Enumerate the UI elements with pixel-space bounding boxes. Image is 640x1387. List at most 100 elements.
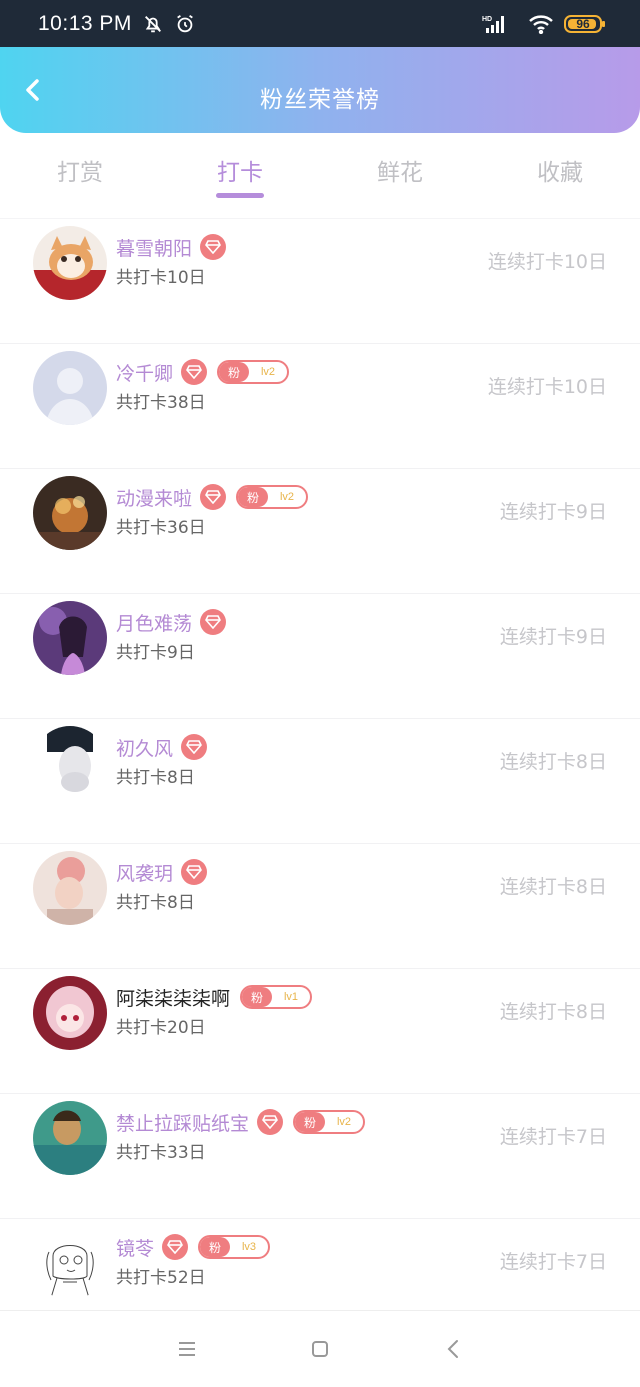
avatar[interactable] bbox=[33, 726, 107, 800]
home-button[interactable] bbox=[300, 1329, 340, 1369]
list-item[interactable]: 禁止拉踩贴纸宝 粉 lv2 共打卡33日 连续打卡7日 bbox=[0, 1093, 640, 1218]
name-line: 冷千卿 粉 lv2 bbox=[116, 358, 290, 386]
total-checkins: 共打卡52日 bbox=[116, 1268, 206, 1288]
header-bar: 粉丝荣誉榜 bbox=[0, 47, 640, 133]
diamond-badge-icon bbox=[181, 359, 208, 385]
name-line: 镜苓 粉 lv3 bbox=[116, 1233, 271, 1261]
tab-bar: 打赏 打卡 鲜花 收藏 bbox=[0, 133, 640, 213]
avatar[interactable] bbox=[33, 851, 107, 925]
fan-label: 粉 bbox=[219, 362, 250, 382]
fan-level: lv1 bbox=[283, 991, 299, 1003]
page-title: 粉丝荣誉榜 bbox=[260, 87, 380, 113]
menu-icon bbox=[178, 1342, 195, 1356]
alarm-icon bbox=[174, 13, 196, 35]
user-name[interactable]: 动漫来啦 bbox=[116, 484, 192, 511]
fan-honor-page: 10:13 PM HD 96 粉丝荣誉榜 打赏 打卡 鲜花 收藏 暮雪朝阳 共打… bbox=[0, 0, 640, 1387]
battery-indicator: 96 bbox=[564, 14, 605, 33]
name-line: 风袭玥 bbox=[116, 858, 208, 886]
list-item[interactable]: 初久风 共打卡8日 连续打卡8日 bbox=[0, 718, 640, 843]
fan-level-badge: 粉 lv2 bbox=[293, 1110, 366, 1134]
avatar[interactable] bbox=[33, 1226, 107, 1300]
name-line: 动漫来啦 粉 lv2 bbox=[116, 483, 309, 511]
back-chevron-icon bbox=[447, 1340, 459, 1358]
user-name[interactable]: 阿柒柒柒柒啊 bbox=[116, 984, 230, 1011]
name-line: 禁止拉踩贴纸宝 粉 lv2 bbox=[116, 1108, 366, 1136]
diamond-badge-icon bbox=[257, 1109, 284, 1135]
fan-level: lv2 bbox=[260, 366, 276, 378]
list-item[interactable]: 月色难荡 共打卡9日 连续打卡9日 bbox=[0, 593, 640, 718]
total-checkins: 共打卡33日 bbox=[116, 1143, 206, 1163]
name-line: 初久风 bbox=[116, 733, 208, 761]
user-name[interactable]: 暮雪朝阳 bbox=[116, 234, 192, 261]
diamond-badge-icon bbox=[200, 484, 227, 510]
total-checkins: 共打卡10日 bbox=[116, 268, 206, 288]
user-name[interactable]: 月色难荡 bbox=[116, 609, 192, 636]
list-item[interactable]: 动漫来啦 粉 lv2 共打卡36日 连续打卡9日 bbox=[0, 468, 640, 593]
fan-level-badge: 粉 lv2 bbox=[217, 360, 290, 384]
tab-flowers[interactable]: 鲜花 bbox=[320, 133, 480, 213]
fan-label: 粉 bbox=[242, 987, 273, 1007]
total-checkins: 共打卡38日 bbox=[116, 393, 206, 413]
fan-level: lv2 bbox=[279, 491, 295, 503]
bell-off-icon bbox=[142, 13, 164, 35]
streak-checkins: 连续打卡8日 bbox=[499, 751, 607, 773]
name-line: 月色难荡 bbox=[116, 608, 227, 636]
list-item[interactable]: 冷千卿 粉 lv2 共打卡38日 连续打卡10日 bbox=[0, 343, 640, 468]
streak-checkins: 连续打卡7日 bbox=[499, 1126, 607, 1148]
fan-level-badge: 粉 lv2 bbox=[236, 485, 309, 509]
recent-apps-button[interactable] bbox=[167, 1329, 207, 1369]
status-bar: 10:13 PM HD 96 bbox=[0, 0, 640, 47]
streak-checkins: 连续打卡9日 bbox=[499, 501, 607, 523]
total-checkins: 共打卡9日 bbox=[116, 643, 195, 663]
avatar[interactable] bbox=[33, 601, 107, 675]
user-name[interactable]: 初久风 bbox=[116, 734, 173, 761]
diamond-badge-icon bbox=[200, 609, 227, 635]
user-name[interactable]: 风袭玥 bbox=[116, 859, 173, 886]
status-time: 10:13 PM bbox=[38, 11, 132, 35]
svg-text:HD: HD bbox=[482, 16, 492, 23]
fan-level-badge: 粉 lv1 bbox=[240, 985, 313, 1009]
fan-level-badge: 粉 lv3 bbox=[198, 1235, 271, 1259]
fan-label: 粉 bbox=[238, 487, 269, 507]
streak-checkins: 连续打卡10日 bbox=[487, 376, 607, 398]
avatar[interactable] bbox=[33, 976, 107, 1050]
user-name[interactable]: 镜苓 bbox=[116, 1234, 154, 1261]
total-checkins: 共打卡8日 bbox=[116, 768, 195, 788]
fan-label: 粉 bbox=[295, 1112, 326, 1132]
diamond-badge-icon bbox=[200, 234, 227, 260]
total-checkins: 共打卡8日 bbox=[116, 893, 195, 913]
name-line: 暮雪朝阳 bbox=[116, 233, 227, 261]
total-checkins: 共打卡20日 bbox=[116, 1018, 206, 1038]
tab-checkin[interactable]: 打卡 bbox=[160, 133, 320, 213]
diamond-badge-icon bbox=[162, 1234, 189, 1260]
tab-favorites[interactable]: 收藏 bbox=[480, 133, 640, 213]
list-item[interactable]: 阿柒柒柒柒啊 粉 lv1 共打卡20日 连续打卡8日 bbox=[0, 968, 640, 1093]
diamond-badge-icon bbox=[181, 859, 208, 885]
name-line: 阿柒柒柒柒啊 粉 lv1 bbox=[116, 983, 313, 1011]
fan-level: lv2 bbox=[336, 1116, 352, 1128]
tab-reward[interactable]: 打赏 bbox=[0, 133, 160, 213]
checkin-ranking-list: 暮雪朝阳 共打卡10日 连续打卡10日 冷千卿 粉 lv2 共打卡38日 连续打… bbox=[0, 218, 640, 1343]
fan-level: lv3 bbox=[241, 1241, 257, 1253]
avatar[interactable] bbox=[33, 476, 107, 550]
streak-checkins: 连续打卡10日 bbox=[487, 251, 607, 273]
streak-checkins: 连续打卡9日 bbox=[499, 626, 607, 648]
home-square-icon bbox=[311, 1341, 328, 1357]
user-name[interactable]: 禁止拉踩贴纸宝 bbox=[116, 1109, 249, 1136]
system-back-button[interactable] bbox=[433, 1329, 473, 1369]
avatar[interactable] bbox=[33, 226, 107, 300]
streak-checkins: 连续打卡8日 bbox=[499, 1001, 607, 1023]
user-name[interactable]: 冷千卿 bbox=[116, 359, 173, 386]
battery-percent: 96 bbox=[576, 16, 590, 31]
list-item[interactable]: 暮雪朝阳 共打卡10日 连续打卡10日 bbox=[0, 218, 640, 343]
total-checkins: 共打卡36日 bbox=[116, 518, 206, 538]
streak-checkins: 连续打卡8日 bbox=[499, 876, 607, 898]
avatar[interactable] bbox=[33, 351, 107, 425]
avatar[interactable] bbox=[33, 1101, 107, 1175]
hd-signal-icon: HD bbox=[482, 14, 508, 34]
streak-checkins: 连续打卡7日 bbox=[499, 1251, 607, 1273]
diamond-badge-icon bbox=[181, 734, 208, 760]
wifi-icon bbox=[528, 14, 554, 34]
fan-label: 粉 bbox=[200, 1237, 231, 1257]
list-item[interactable]: 风袭玥 共打卡8日 连续打卡8日 bbox=[0, 843, 640, 968]
